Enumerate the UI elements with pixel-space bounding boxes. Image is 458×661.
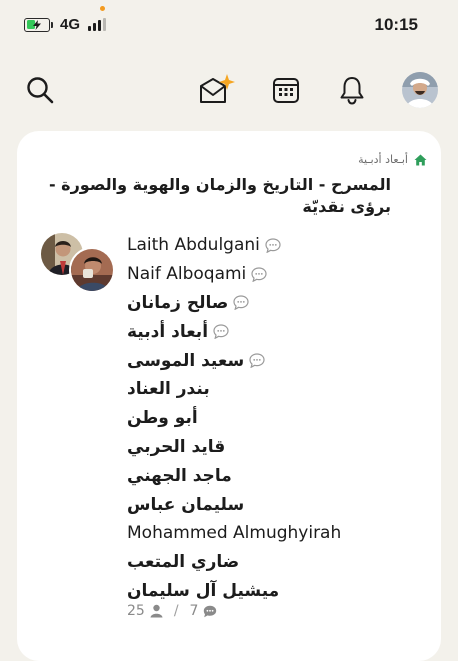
participant-row: قايد الحربي xyxy=(127,433,427,462)
participant-name: Mohammed Almughyirah xyxy=(127,523,342,544)
participant-name: ماجد الجهني xyxy=(127,465,232,486)
participant-name: أبعاد أدبية xyxy=(127,321,209,342)
inbox-sparkle-icon xyxy=(200,74,235,103)
group-row: أبـعاد أدبـية xyxy=(358,153,427,166)
calendar-button[interactable] xyxy=(266,70,306,110)
participant-name: بندر العناد xyxy=(127,379,210,400)
message-bubble-icon xyxy=(265,238,281,253)
participant-name: ميشيل آل سليمان xyxy=(127,580,280,601)
participant-avatars xyxy=(39,231,115,293)
participant-name: Naif Alboqami xyxy=(127,264,247,285)
status-time: 10:15 xyxy=(374,15,418,34)
participant-row: سعيد الموسى xyxy=(127,346,427,375)
status-left: 4G xyxy=(24,16,107,33)
privacy-indicator-dot xyxy=(100,6,105,11)
group-name: أبـعاد أدبـية xyxy=(358,153,408,166)
participant-row: Mohammed Almughyirah xyxy=(127,519,427,548)
participant-photo xyxy=(71,249,113,291)
home-icon xyxy=(414,154,427,165)
participant-name: Laith Abdulgani xyxy=(127,235,260,256)
chat-bubble-icon xyxy=(204,605,217,617)
participant-name: ضاري المتعب xyxy=(127,552,240,573)
participant-row: ماجد الجهني xyxy=(127,461,427,490)
search-button[interactable] xyxy=(20,70,60,110)
message-count: 7 xyxy=(189,603,199,619)
conversation-stats: 25 / 7 xyxy=(127,603,217,619)
member-count: 25 xyxy=(127,603,145,619)
participant-avatar xyxy=(69,247,115,293)
participant-row: بندر العناد xyxy=(127,375,427,404)
stats-separator: / xyxy=(173,603,179,619)
network-type: 4G xyxy=(60,16,81,33)
top-nav xyxy=(0,62,458,118)
new-conversation-button[interactable] xyxy=(196,70,236,110)
participant-name: سليمان عباس xyxy=(127,494,245,515)
battery-cap xyxy=(51,21,53,28)
participant-name: سعيد الموسى xyxy=(127,350,245,371)
battery-icon xyxy=(24,17,53,32)
conversation-title: المسرح - التاريخ والزمان والهوية والصورة… xyxy=(48,175,391,216)
profile-photo xyxy=(402,72,438,108)
notifications-button[interactable] xyxy=(332,70,372,110)
message-bubble-icon xyxy=(213,324,229,340)
participant-row: أبعاد أدبية xyxy=(127,317,427,346)
status-bar: 4G 10:15 xyxy=(0,0,458,50)
participant-row: سليمان عباس xyxy=(127,490,427,519)
message-bubble-icon xyxy=(233,295,249,311)
message-bubble-icon xyxy=(251,267,267,282)
message-bubble-icon xyxy=(249,353,265,369)
participant-row: Laith Abdulgani xyxy=(127,231,427,260)
participant-name: صالح زمانان xyxy=(127,292,229,313)
person-icon xyxy=(150,604,163,618)
conversation-card[interactable]: أبـعاد أدبـية المسرح - التاريخ والزمان و… xyxy=(17,131,441,661)
charging-bolt-icon xyxy=(33,19,41,30)
participant-name: قايد الحربي xyxy=(127,436,226,457)
participants-list: Laith Abdulgani Naif Alboqami صالح زمانان أ… xyxy=(127,231,427,605)
participant-name: أبو وطن xyxy=(127,408,198,429)
participant-row: أبو وطن xyxy=(127,404,427,433)
calendar-icon xyxy=(273,78,299,103)
participant-row: صالح زمانان xyxy=(127,289,427,318)
profile-avatar[interactable] xyxy=(402,72,438,108)
participant-row: ضاري المتعب xyxy=(127,548,427,577)
search-icon xyxy=(27,77,54,104)
participant-row: ميشيل آل سليمان xyxy=(127,577,427,606)
bell-icon xyxy=(340,77,364,105)
participant-row: Naif Alboqami xyxy=(127,260,427,289)
signal-strength-icon xyxy=(88,18,107,31)
